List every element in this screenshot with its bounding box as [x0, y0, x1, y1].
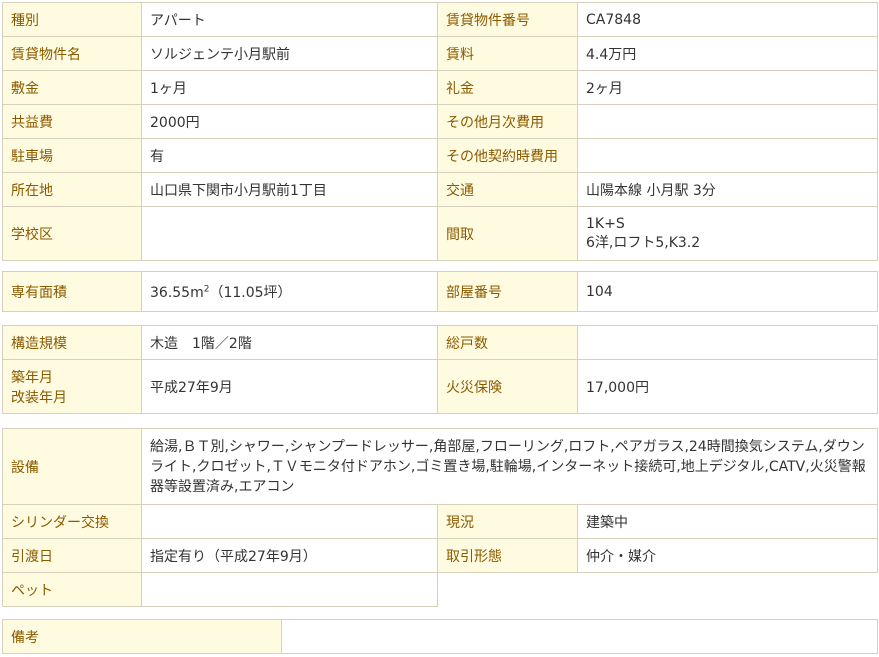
equipment-table: 設備 給湯,ＢＴ別,シャワー,シャンプードレッサー,角部屋,フローリング,ロフト…	[2, 428, 879, 607]
type-value: アパート	[141, 2, 438, 37]
other-monthly-value	[577, 104, 878, 139]
pet-value	[141, 572, 438, 607]
key-money-value: 2ヶ月	[577, 70, 878, 105]
deal-type-value: 仲介・媒介	[576, 538, 879, 573]
school-district-label: 学校区	[2, 206, 142, 261]
current-status-value: 建築中	[576, 504, 879, 539]
parking-value: 有	[141, 138, 438, 173]
pet-label: ペット	[2, 572, 142, 607]
deal-type-label: 取引形態	[437, 538, 578, 573]
empty-area	[437, 572, 878, 607]
building-table: 構造規模 木造 1階／2階 総戸数 築年月改装年月 平成27年9月 火災保険 1…	[2, 325, 878, 414]
other-contract-label: その他契約時費用	[437, 138, 578, 173]
built-label: 築年月	[11, 369, 53, 386]
cylinder-value	[141, 504, 438, 539]
floor-plan-line2: 6洋,ロフト5,K3.2	[586, 234, 701, 251]
room-number-value: 104	[577, 271, 878, 312]
parking-label: 駐車場	[2, 138, 142, 173]
floor-area-number: 36.55m	[150, 284, 204, 301]
current-status-label: 現況	[437, 504, 578, 539]
built-date-label: 築年月 改装年月	[2, 359, 142, 414]
structure-label: 構造規模	[2, 325, 142, 360]
rent-value: 4.4万円	[577, 36, 878, 71]
total-units-value	[577, 325, 878, 360]
floor-area-value: 36.55m2（11.05坪）	[141, 271, 438, 312]
common-fee-label: 共益費	[2, 104, 142, 139]
total-units-label: 総戸数	[437, 325, 578, 360]
equipment-label: 設備	[2, 428, 142, 505]
handover-value: 指定有り（平成27年9月）	[141, 538, 438, 573]
renovated-label: 改装年月	[11, 389, 67, 406]
fire-insurance-value: 17,000円	[577, 359, 878, 414]
key-money-label: 礼金	[437, 70, 578, 105]
type-label: 種別	[2, 2, 142, 37]
basic-info-table: 種別 アパート 賃貸物件番号 CA7848 賃貸物件名 ソルジェンテ小月駅前 賃…	[2, 2, 878, 261]
school-district-value	[141, 206, 438, 261]
common-fee-value: 2000円	[141, 104, 438, 139]
remarks-label: 備考	[2, 619, 282, 654]
address-value: 山口県下関市小月駅前1丁目	[141, 172, 438, 207]
remarks-value	[281, 619, 878, 654]
property-name-label: 賃貸物件名	[2, 36, 142, 71]
deposit-value: 1ヶ月	[141, 70, 438, 105]
floor-plan-label: 間取	[437, 206, 578, 261]
other-contract-value	[577, 138, 878, 173]
built-date-value: 平成27年9月	[141, 359, 438, 414]
structure-value: 木造 1階／2階	[141, 325, 438, 360]
area-table: 専有面積 36.55m2（11.05坪） 部屋番号 104	[2, 271, 878, 312]
equipment-value: 給湯,ＢＴ別,シャワー,シャンプードレッサー,角部屋,フローリング,ロフト,ペア…	[140, 428, 879, 505]
deposit-label: 敷金	[2, 70, 142, 105]
cylinder-label: シリンダー交換	[2, 504, 142, 539]
floor-plan-value: 1K+S 6洋,ロフト5,K3.2	[577, 206, 878, 261]
floor-area-label: 専有面積	[2, 271, 142, 312]
property-name-value: ソルジェンテ小月駅前	[141, 36, 438, 71]
transport-value: 山陽本線 小月駅 3分	[577, 172, 878, 207]
remarks-table: 備考	[2, 619, 878, 654]
floor-area-tsubo: （11.05坪）	[209, 284, 292, 301]
room-number-label: 部屋番号	[437, 271, 578, 312]
transport-label: 交通	[437, 172, 578, 207]
floor-plan-line1: 1K+S	[586, 215, 625, 232]
property-id-label: 賃貸物件番号	[437, 2, 578, 37]
rent-label: 賃料	[437, 36, 578, 71]
property-id-value: CA7848	[577, 2, 878, 37]
other-monthly-label: その他月次費用	[437, 104, 578, 139]
address-label: 所在地	[2, 172, 142, 207]
handover-label: 引渡日	[2, 538, 142, 573]
fire-insurance-label: 火災保険	[437, 359, 578, 414]
